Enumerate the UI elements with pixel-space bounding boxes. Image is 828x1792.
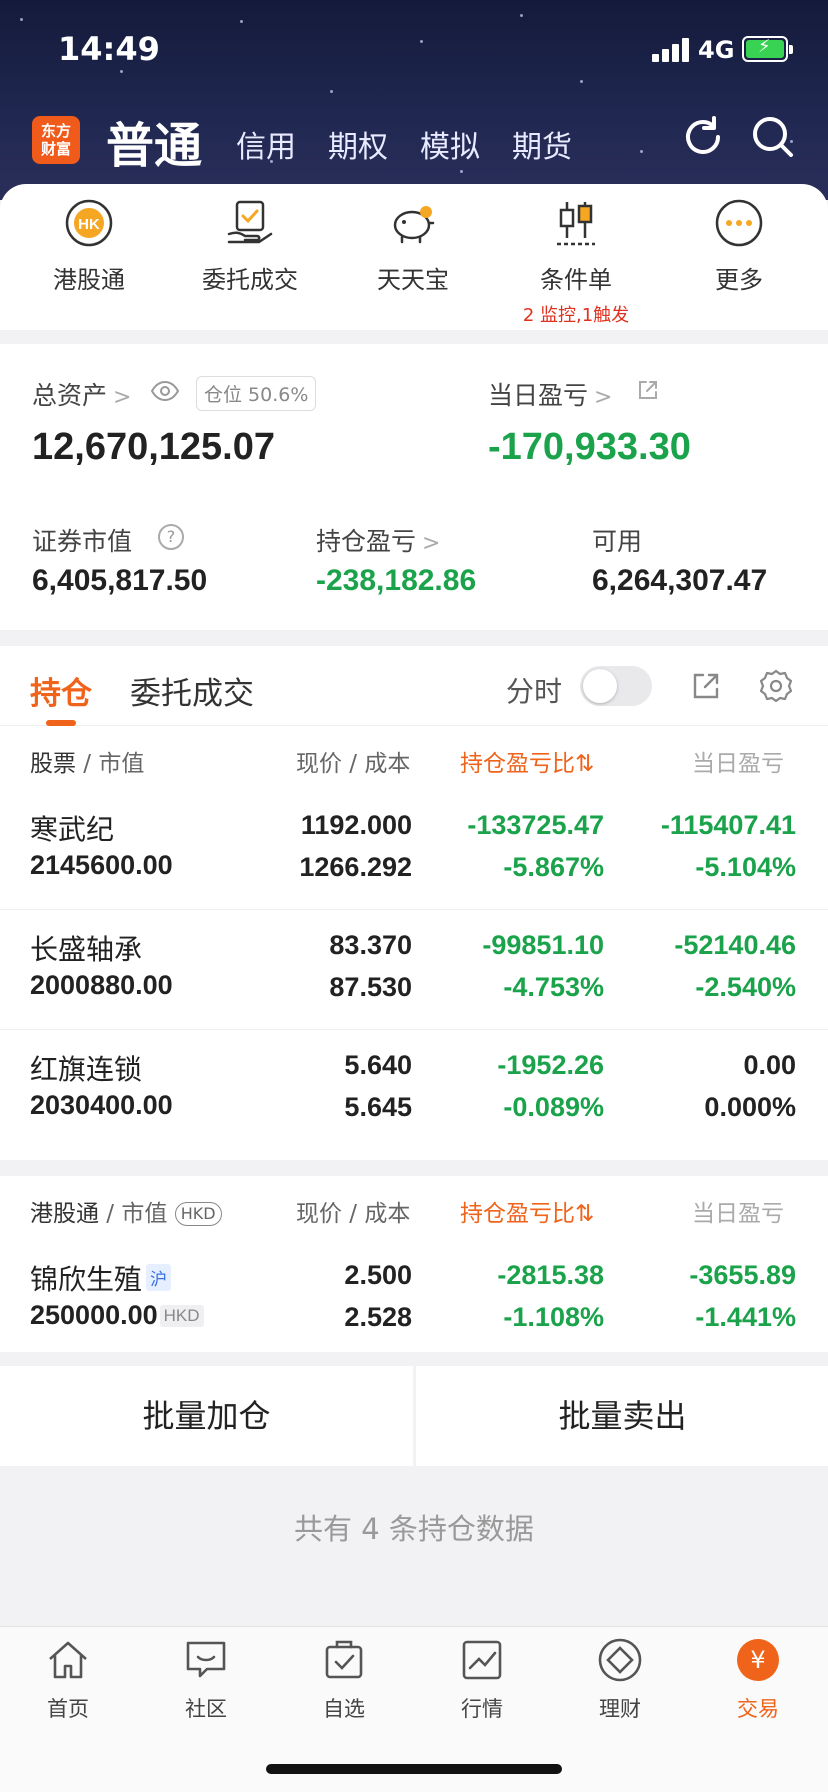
available-label: 可用 (592, 527, 643, 556)
daily-pl-label[interactable]: 当日盈亏 > (488, 376, 612, 412)
daily-pl-value: -170,933.30 (488, 426, 691, 468)
col-hk-stock: 港股通 / 市值 HKD (30, 1194, 222, 1228)
col-pl-ratio-sort[interactable]: 持仓盈亏比⇅ (460, 744, 594, 778)
holding-pl-label[interactable]: 持仓盈亏 > (316, 522, 440, 558)
hkd-currency-chip: HKD (174, 1202, 222, 1226)
search-icon[interactable] (750, 114, 796, 160)
tab-simulation[interactable]: 模拟 (420, 122, 480, 166)
quick-hk-connect[interactable]: HK 港股通 (9, 198, 169, 295)
batch-sell-button[interactable]: 批量卖出 (416, 1366, 828, 1466)
tab-credit[interactable]: 信用 (236, 122, 296, 166)
eye-icon[interactable] (150, 380, 180, 402)
bag-check-icon (325, 1640, 363, 1679)
tab-futures[interactable]: 期货 (512, 122, 572, 166)
tabbar-home[interactable]: 首页 (8, 1637, 128, 1723)
more-dots-icon (715, 199, 763, 247)
tab-positions[interactable]: 持仓 (30, 668, 92, 713)
signal-icon (652, 38, 692, 62)
home-indicator (266, 1764, 562, 1774)
tabbar-community[interactable]: 社区 (146, 1637, 266, 1723)
col-stock: 股票 / 市值 (30, 751, 145, 777)
table-row[interactable]: 寒武纪 2145600.00 1192.000 1266.292 -133725… (0, 790, 828, 910)
chat-icon (186, 1641, 226, 1678)
tabbar-trade[interactable]: ¥ 交易 (698, 1637, 818, 1723)
holding-pl-value: -238,182.86 (316, 564, 477, 597)
a-share-column-header: 股票 / 市值 现价 / 成本 持仓盈亏比⇅ 当日盈亏 (0, 726, 828, 790)
tab-options[interactable]: 期权 (328, 122, 388, 166)
home-icon (49, 1641, 87, 1679)
position-ratio-badge: 仓位 50.6% (196, 376, 317, 411)
refresh-icon[interactable] (680, 114, 726, 160)
quick-tiantianbao[interactable]: 天天宝 (333, 198, 493, 295)
export-icon[interactable] (690, 670, 722, 702)
trend-chart-icon (462, 1640, 502, 1680)
total-assets-label[interactable]: 总资产 > (32, 376, 131, 412)
col-hk-daily-pl[interactable]: 当日盈亏 (692, 1194, 784, 1228)
col-hk-pl-ratio-sort[interactable]: 持仓盈亏比⇅ (460, 1194, 594, 1228)
total-assets-value: 12,670,125.07 (32, 426, 276, 468)
piggy-bank-icon (393, 206, 435, 244)
app-logo: 东方 财富 (32, 116, 80, 164)
exchange-tag: 沪 (146, 1264, 172, 1291)
conditional-order-note: 2 监控,1触发 (522, 305, 630, 326)
intraday-toggle[interactable] (580, 666, 652, 706)
hk-column-header: 港股通 / 市值 HKD 现价 / 成本 持仓盈亏比⇅ 当日盈亏 (0, 1176, 828, 1240)
svg-text:HK: HK (78, 216, 100, 233)
available-value: 6,264,307.47 (592, 564, 768, 597)
intraday-label: 分时 (506, 675, 563, 708)
settings-gear-icon[interactable] (758, 668, 794, 704)
col-price: 现价 / 成本 (296, 751, 411, 777)
col-hk-price: 现价 / 成本 (296, 1201, 411, 1227)
tab-normal[interactable]: 普通 (106, 106, 202, 176)
batch-add-button[interactable]: 批量加仓 (0, 1366, 413, 1466)
quick-orders[interactable]: 委托成交 (170, 198, 330, 295)
status-bar: 14:49 4G ⚡ (0, 0, 828, 100)
svg-text:¥: ¥ (750, 1646, 765, 1674)
battery-icon: ⚡ (742, 36, 793, 62)
holdings-tabs: 持仓 委托成交 分时 (0, 646, 828, 726)
hk-badge-icon: HK (65, 199, 113, 247)
col-daily-pl[interactable]: 当日盈亏 (692, 744, 784, 778)
table-row[interactable]: 长盛轴承 2000880.00 83.370 87.530 -99851.10 … (0, 910, 828, 1030)
section-divider (0, 1160, 828, 1176)
holdings-section: 持仓 委托成交 分时 股票 / 市值 现价 / 成本 持仓盈亏比⇅ 当日盈亏 寒… (0, 646, 828, 1352)
help-icon[interactable]: ? (158, 524, 184, 550)
quick-conditional-order[interactable]: 条件单 2 监控,1触发 (496, 198, 656, 327)
status-time: 14:49 (58, 30, 160, 68)
tabbar-wealth[interactable]: 理财 (560, 1637, 680, 1723)
account-type-nav: 东方 财富 普通 信用 期权 模拟 期货 (0, 100, 828, 180)
quick-more[interactable]: 更多 (659, 198, 819, 295)
tab-orders[interactable]: 委托成交 (130, 668, 254, 713)
diamond-icon (598, 1638, 642, 1682)
order-hand-icon (227, 200, 273, 244)
assets-card: 总资产 > 仓位 50.6% 12,670,125.07 当日盈亏 > -170,9… (0, 344, 828, 630)
candlestick-icon (557, 202, 595, 246)
network-type: 4G (698, 36, 735, 64)
batch-actions: 批量加仓 批量卖出 (0, 1366, 828, 1466)
share-icon[interactable] (636, 378, 660, 402)
table-row[interactable]: 红旗连锁 2030400.00 5.640 5.645 -1952.26 -0.… (0, 1030, 828, 1160)
tabbar-market[interactable]: 行情 (422, 1637, 542, 1723)
table-row[interactable]: 锦欣生殖沪 250000.00 HKD 2.500 2.528 -2815.38 … (0, 1240, 828, 1352)
tabbar-watchlist[interactable]: 自选 (284, 1637, 404, 1723)
securities-value-label: 证券市值 (32, 527, 133, 556)
quick-entry-card: HK 港股通 委托成交 天天宝 条件单 2 监控,1触发 更多 (0, 184, 828, 330)
currency-tag: HKD (159, 1305, 204, 1327)
yuan-icon: ¥ (737, 1639, 779, 1681)
holdings-count-summary: 共有 4 条持仓数据 (294, 1512, 534, 1546)
securities-value: 6,405,817.50 (32, 564, 208, 597)
